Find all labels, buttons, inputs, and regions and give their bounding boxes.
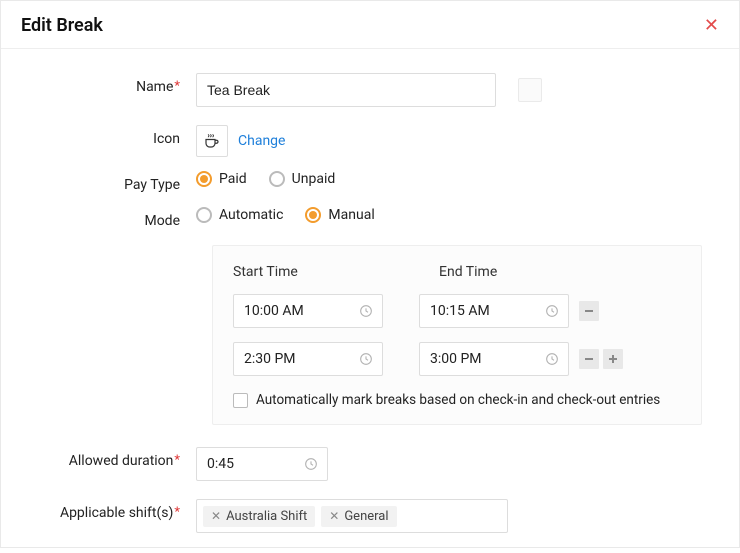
remove-time-row-1[interactable] [579, 301, 599, 321]
close-icon[interactable]: ✕ [704, 17, 719, 35]
mode-automatic[interactable]: Automatic [196, 207, 283, 223]
row-mode: Mode Automatic Manual [31, 207, 709, 229]
pay-type-group: Paid Unpaid [196, 171, 335, 187]
start-time-header: Start Time [233, 264, 403, 280]
label-allowed-duration: Allowed duration* [31, 447, 196, 469]
minus-icon [583, 305, 595, 317]
clock-icon [303, 456, 319, 472]
chip-remove-icon[interactable]: ✕ [329, 509, 339, 523]
time-row-1: 10:00 AM 10:15 AM [233, 294, 681, 328]
radio-icon [196, 171, 212, 187]
time-panel: Start Time End Time 10:00 AM 10:15 AM 2:… [212, 245, 702, 425]
label-applicable-shifts: Applicable shift(s)* [31, 499, 196, 521]
label-pay-type: Pay Type [31, 171, 196, 193]
add-time-row[interactable] [603, 349, 623, 369]
plus-icon [607, 353, 619, 365]
label-mode: Mode [31, 207, 196, 229]
row-pay-type: Pay Type Paid Unpaid [31, 171, 709, 193]
cup-icon [203, 132, 221, 150]
mode-manual[interactable]: Manual [305, 207, 374, 223]
auto-mark-row: Automatically mark breaks based on check… [233, 392, 681, 408]
end-time-1[interactable]: 10:15 AM [419, 294, 569, 328]
clock-icon [358, 303, 374, 319]
row-name: Name* [31, 73, 709, 107]
remove-time-row-2[interactable] [579, 349, 599, 369]
radio-icon [305, 207, 321, 223]
break-icon-preview [196, 125, 228, 157]
shifts-input[interactable]: ✕ Australia Shift ✕ General [196, 499, 508, 533]
name-input[interactable] [196, 73, 496, 107]
radio-icon [196, 207, 212, 223]
start-time-2[interactable]: 2:30 PM [233, 342, 383, 376]
required-marker: * [174, 453, 180, 468]
label-icon: Icon [31, 125, 196, 147]
auto-mark-label: Automatically mark breaks based on check… [256, 392, 660, 408]
allowed-duration-input[interactable]: 0:45 [196, 447, 328, 481]
dialog-header: Edit Break ✕ [1, 1, 739, 49]
pay-type-unpaid[interactable]: Unpaid [269, 171, 336, 187]
change-icon-link[interactable]: Change [238, 133, 285, 149]
time-head: Start Time End Time [233, 264, 681, 280]
required-marker: * [174, 505, 180, 520]
row-applicable-shifts: Applicable shift(s)* ✕ Australia Shift ✕… [31, 499, 709, 533]
shift-chip[interactable]: ✕ General [321, 506, 396, 527]
time-row-2: 2:30 PM 3:00 PM [233, 342, 681, 376]
mode-group: Automatic Manual [196, 207, 375, 223]
clock-icon [544, 351, 560, 367]
dialog-title: Edit Break [21, 15, 103, 36]
start-time-1[interactable]: 10:00 AM [233, 294, 383, 328]
auto-mark-checkbox[interactable] [233, 393, 248, 408]
radio-icon [269, 171, 285, 187]
end-time-header: End Time [439, 264, 609, 280]
form-body: Name* Icon Change Pay Type [1, 49, 739, 553]
minus-icon [583, 353, 595, 365]
end-time-2[interactable]: 3:00 PM [419, 342, 569, 376]
clock-icon [358, 351, 374, 367]
label-name: Name* [31, 73, 196, 95]
shift-chip[interactable]: ✕ Australia Shift [203, 506, 315, 527]
row-allowed-duration: Allowed duration* 0:45 [31, 447, 709, 481]
clock-icon [544, 303, 560, 319]
chip-remove-icon[interactable]: ✕ [211, 509, 221, 523]
pay-type-paid[interactable]: Paid [196, 171, 247, 187]
name-aux-box [518, 78, 542, 102]
required-marker: * [174, 79, 180, 94]
row-icon: Icon Change [31, 125, 709, 157]
